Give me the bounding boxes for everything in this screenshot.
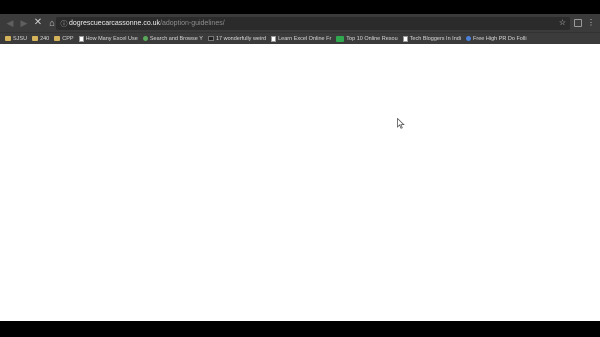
folder-icon (5, 36, 11, 41)
leaf-icon (142, 36, 148, 41)
url-path: /adoption-guidelines/ (160, 20, 225, 27)
bookmark-label: How Many Excel Use (85, 35, 138, 42)
bookmark-label: Top 10 Online Resou (346, 35, 398, 42)
letterbox-top (0, 0, 600, 14)
folder-icon (32, 36, 39, 41)
bookmark-label: Search and Browse Y (149, 35, 203, 42)
bookmark-label: Tech Bloggers In Indi (409, 35, 462, 42)
bookmark-free-high-pr[interactable]: Free High PR Do Folli (466, 36, 527, 42)
page-icon (78, 35, 84, 42)
bookmark-wonderfully-weird[interactable]: 17 wonderfully weird (207, 35, 267, 42)
stop-loading-button[interactable]: ✕ (31, 16, 45, 30)
page-icon (402, 35, 408, 42)
bookmark-tech-bloggers[interactable]: Tech Bloggers In Indi (402, 35, 462, 42)
extension-icon[interactable] (574, 19, 582, 27)
bookmark-label: 240 (40, 35, 50, 42)
bookmark-label: CPP (62, 35, 74, 42)
bookmark-label: Learn Excel Online Fr (278, 35, 332, 42)
bookmark-label: Free High PR Do Folli (473, 35, 527, 42)
folder-icon (54, 36, 61, 41)
bookmark-label: 17 wonderfully weird (215, 35, 267, 42)
green-icon (336, 35, 345, 42)
bookmark-cpp[interactable]: CPP (54, 35, 74, 42)
forward-button[interactable]: ▶ (17, 16, 31, 30)
bookmark-search-browse[interactable]: Search and Browse Y (142, 35, 203, 42)
bookmark-sjsu[interactable]: SJSU (5, 36, 27, 42)
bookmark-excel-users[interactable]: How Many Excel Use (78, 35, 138, 42)
bookmark-learn-excel[interactable]: Learn Excel Online Fr (271, 35, 332, 42)
bookmarks-bar: SJSU 240 CPP How Many Excel Use Search a… (0, 32, 600, 44)
letterbox-bottom (0, 321, 600, 337)
dark-icon (207, 36, 214, 41)
browser-window: ◀ ▶ ✕ ⌂ ⓘ dogrescuecarcassonne.co.uk /ad… (0, 14, 600, 321)
page-icon (271, 35, 277, 42)
info-icon[interactable]: ⓘ (59, 19, 69, 29)
globe-icon (466, 36, 472, 41)
back-button[interactable]: ◀ (3, 16, 17, 30)
bookmark-top-10[interactable]: Top 10 Online Resou (336, 35, 398, 42)
browser-toolbar: ◀ ▶ ✕ ⌂ ⓘ dogrescuecarcassonne.co.uk /ad… (0, 14, 600, 32)
address-bar[interactable]: ⓘ dogrescuecarcassonne.co.uk /adoption-g… (56, 17, 570, 30)
url-host: dogrescuecarcassonne.co.uk (69, 20, 161, 27)
bookmark-240[interactable]: 240 (32, 36, 49, 42)
bookmark-star-icon[interactable]: ☆ (559, 18, 566, 27)
page-viewport[interactable] (0, 45, 600, 321)
bookmark-label: SJSU (13, 35, 28, 42)
menu-icon[interactable]: ⋮ (587, 19, 595, 27)
